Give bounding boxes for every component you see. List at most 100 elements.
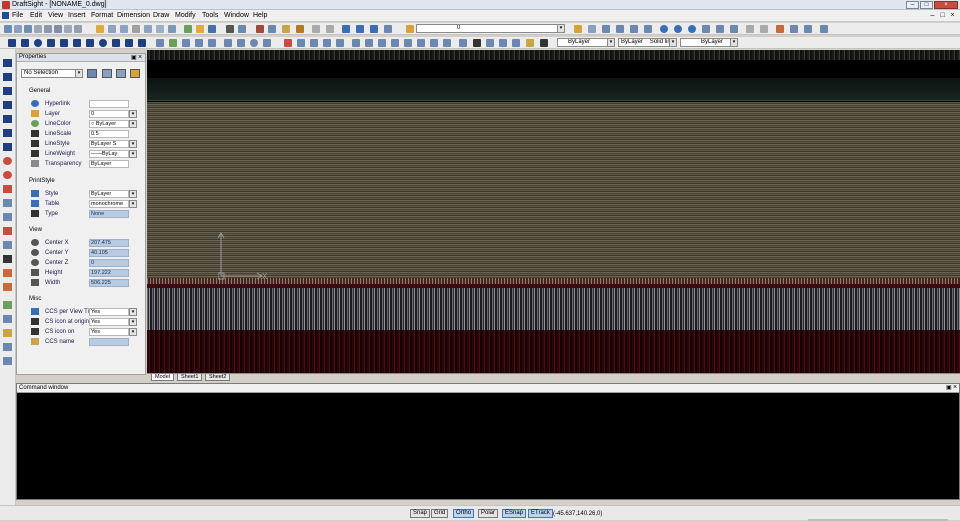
ray-tool-icon[interactable] bbox=[3, 73, 12, 81]
zoom-extents-icon[interactable] bbox=[370, 25, 378, 33]
drawing-canvas[interactable] bbox=[147, 50, 960, 373]
ortho-toggle[interactable]: Ortho bbox=[453, 509, 475, 518]
linescale-field[interactable]: 0.5 bbox=[89, 130, 129, 138]
paint-icon[interactable] bbox=[526, 39, 534, 47]
redo-icon[interactable] bbox=[326, 25, 334, 33]
scale-icon[interactable] bbox=[310, 39, 318, 47]
trim-icon[interactable] bbox=[336, 39, 344, 47]
explode-icon[interactable] bbox=[417, 39, 425, 47]
chevron-down-icon[interactable]: ▾ bbox=[129, 120, 137, 128]
insert-block-icon[interactable] bbox=[790, 25, 798, 33]
three-d-icon[interactable] bbox=[644, 25, 652, 33]
polyline-icon[interactable] bbox=[112, 39, 120, 47]
leader-tool-icon[interactable] bbox=[3, 143, 12, 151]
chevron-down-icon[interactable]: ▾ bbox=[129, 308, 137, 316]
angle-tool-icon[interactable] bbox=[3, 255, 12, 263]
attribute-tool-icon[interactable] bbox=[3, 329, 12, 337]
chevron-down-icon[interactable]: ▾ bbox=[75, 70, 82, 77]
zoom-window-icon[interactable] bbox=[356, 25, 364, 33]
annotation-icon[interactable] bbox=[208, 39, 216, 47]
extend-icon[interactable] bbox=[352, 39, 360, 47]
lineweight-combo[interactable]: ByLayer ▾ bbox=[680, 38, 738, 47]
select-objects-icon[interactable] bbox=[102, 69, 112, 78]
grid-icon[interactable] bbox=[156, 25, 164, 33]
preview-icon[interactable] bbox=[238, 25, 246, 33]
linestyle-combo[interactable]: ByLayer Solid line ▾ bbox=[618, 38, 677, 47]
new-icon[interactable] bbox=[4, 25, 12, 33]
save-drawing-icon[interactable] bbox=[208, 25, 216, 33]
zoom-previous-icon[interactable] bbox=[384, 25, 392, 33]
dimension-linear-icon[interactable] bbox=[702, 25, 710, 33]
offset-icon[interactable] bbox=[263, 39, 271, 47]
ccs-per-view-field[interactable]: Yes bbox=[89, 308, 129, 316]
chamfer-icon[interactable] bbox=[391, 39, 399, 47]
measure-icon[interactable] bbox=[499, 39, 507, 47]
chevron-down-icon[interactable]: ▾ bbox=[129, 140, 137, 148]
layer-manager-icon[interactable] bbox=[406, 25, 414, 33]
dimension-angular-icon[interactable] bbox=[730, 25, 738, 33]
dimension-aligned-icon[interactable] bbox=[716, 25, 724, 33]
new-drawing-icon[interactable] bbox=[184, 25, 192, 33]
inquiry-icon[interactable] bbox=[512, 39, 520, 47]
properties-close-button[interactable]: × bbox=[138, 54, 142, 61]
snap-point-icon[interactable] bbox=[660, 25, 668, 33]
esnap-toggle[interactable]: ESnap bbox=[502, 509, 527, 518]
dimension-tool-icon[interactable] bbox=[3, 241, 12, 249]
close-button[interactable]: × bbox=[934, 1, 958, 9]
layer-state-icon[interactable] bbox=[574, 25, 582, 33]
viewport-icon[interactable] bbox=[616, 25, 624, 33]
fillet-icon[interactable] bbox=[404, 39, 412, 47]
print-icon[interactable] bbox=[226, 25, 234, 33]
line-icon[interactable] bbox=[8, 39, 16, 47]
block-insert-icon[interactable] bbox=[169, 39, 177, 47]
open-icon[interactable] bbox=[14, 25, 22, 33]
hatch-icon[interactable] bbox=[138, 39, 146, 47]
chevron-down-icon[interactable]: ▾ bbox=[730, 39, 737, 46]
chevron-down-icon[interactable]: ▾ bbox=[129, 318, 137, 326]
menu-insert[interactable]: Insert bbox=[68, 12, 86, 19]
image-tool-icon[interactable] bbox=[3, 315, 12, 323]
cs-icon-on-field[interactable]: Yes bbox=[89, 328, 129, 336]
cs-icon-origin-field[interactable]: Yes bbox=[89, 318, 129, 326]
menu-draw[interactable]: Draw bbox=[153, 12, 169, 19]
publish-icon[interactable] bbox=[144, 25, 152, 33]
tangent-snap-icon[interactable] bbox=[688, 25, 696, 33]
mirror-icon[interactable] bbox=[250, 39, 258, 47]
reference-tool-icon[interactable] bbox=[3, 343, 12, 351]
paste-icon[interactable] bbox=[282, 25, 290, 33]
block-icon[interactable] bbox=[776, 25, 784, 33]
window-icon[interactable] bbox=[74, 25, 82, 33]
etrack-toggle[interactable]: ETrack bbox=[528, 509, 553, 518]
linestyle-field[interactable]: ByLayer S bbox=[89, 140, 129, 148]
save-as-icon[interactable] bbox=[34, 25, 42, 33]
save-icon[interactable] bbox=[24, 25, 32, 33]
chevron-down-icon[interactable]: ▾ bbox=[129, 200, 137, 208]
break-icon[interactable] bbox=[365, 39, 373, 47]
pin-icon[interactable]: ▣ bbox=[131, 54, 137, 61]
filter-icon[interactable] bbox=[130, 69, 140, 78]
cut-icon[interactable] bbox=[256, 25, 264, 33]
color-combo[interactable]: ByLayer ▾ bbox=[557, 38, 615, 47]
erase-icon[interactable] bbox=[224, 39, 232, 47]
rectangle-tool-icon[interactable] bbox=[3, 199, 12, 207]
open-drawing-icon[interactable] bbox=[196, 25, 204, 33]
maximize-button[interactable]: □ bbox=[920, 1, 933, 9]
page-icon[interactable] bbox=[168, 25, 176, 33]
menu-edit[interactable]: Edit bbox=[30, 12, 42, 19]
text-tool-icon[interactable] bbox=[3, 129, 12, 137]
text-icon[interactable] bbox=[473, 39, 481, 47]
grid-toggle[interactable]: Grid bbox=[431, 509, 449, 518]
ellipse-icon[interactable] bbox=[99, 39, 107, 47]
selection-combo[interactable]: No Selection ▾ bbox=[21, 69, 83, 78]
array-icon[interactable] bbox=[430, 39, 438, 47]
hatch-tool-icon[interactable] bbox=[3, 227, 12, 235]
text-style-icon[interactable] bbox=[746, 25, 754, 33]
circle-icon[interactable] bbox=[34, 39, 42, 47]
toggle-pickadd-icon[interactable] bbox=[87, 69, 97, 78]
bucket-icon[interactable] bbox=[540, 39, 548, 47]
print-preview-icon[interactable] bbox=[44, 25, 52, 33]
layer-field[interactable]: 0 bbox=[89, 110, 129, 118]
line-tool-icon[interactable] bbox=[3, 59, 12, 67]
polygon-icon[interactable] bbox=[60, 39, 68, 47]
lineweight-field[interactable]: ——ByLay bbox=[89, 150, 129, 158]
